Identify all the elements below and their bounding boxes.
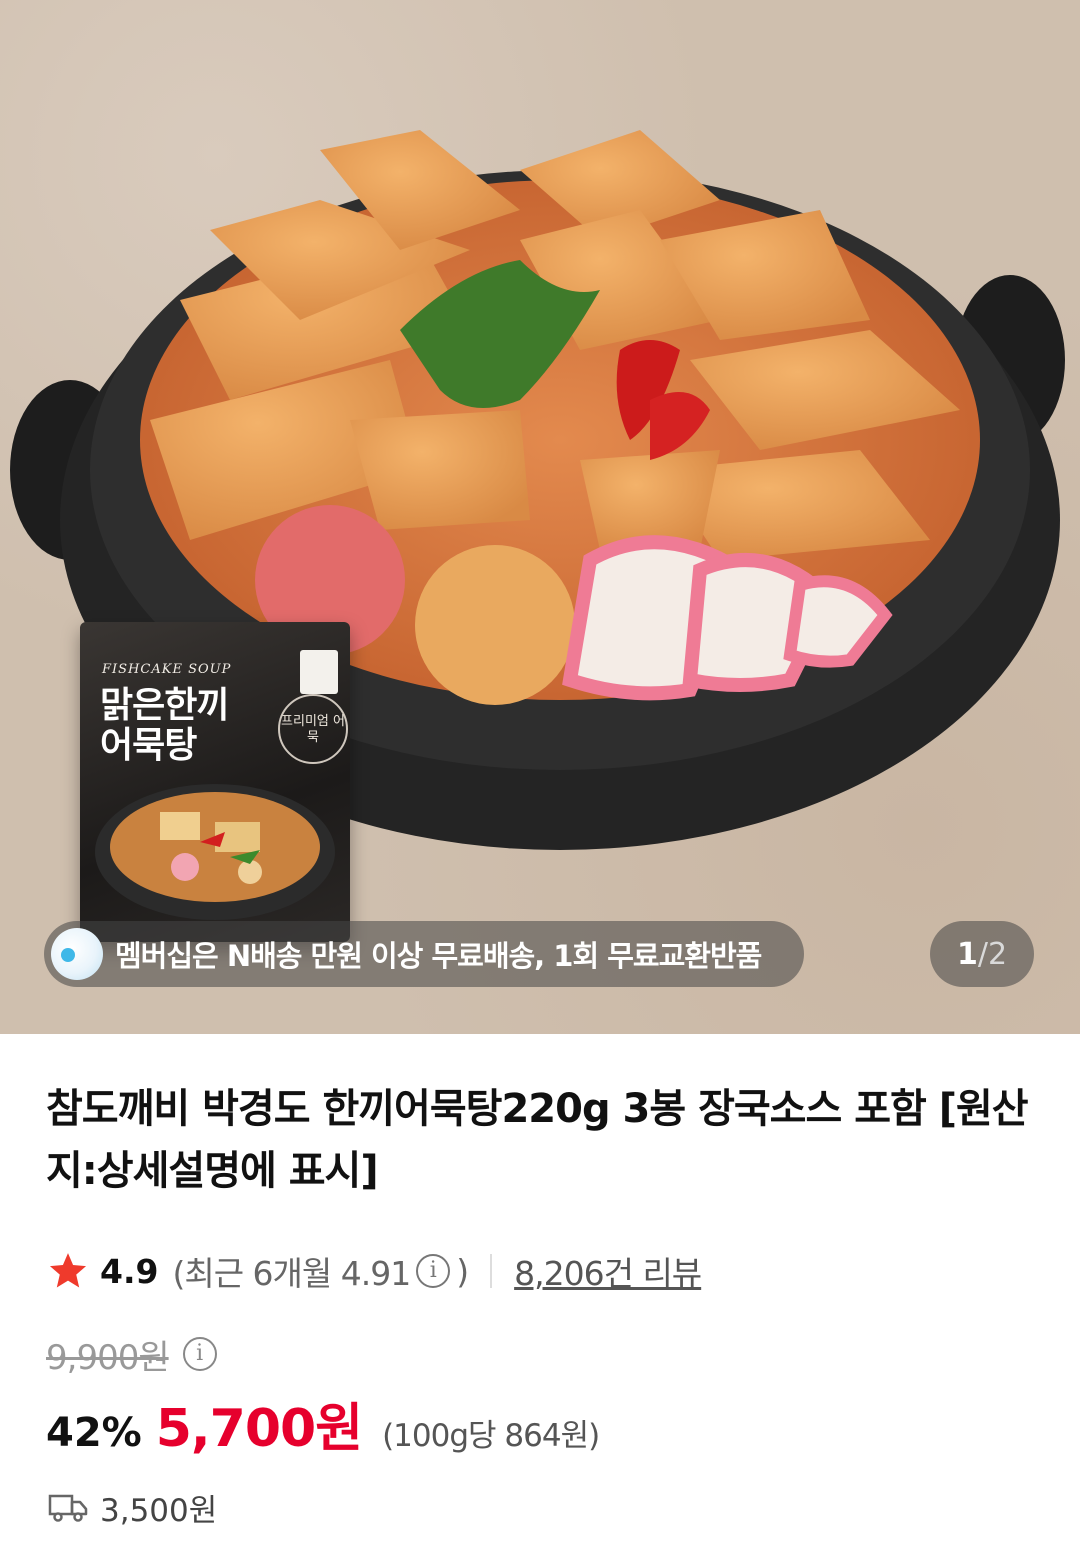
unit-price: (100g당 864원) <box>382 1418 600 1454</box>
review-count-link[interactable]: 8,206건 리뷰 <box>514 1247 702 1295</box>
package-title: 맑은한끼 어묵탕 <box>100 685 229 766</box>
package-english-label: FISHCAKE SOUP <box>102 662 232 677</box>
shipping-row: 3,500원 <box>48 1484 217 1530</box>
image-page-indicator: 1 / 2 <box>930 921 1034 987</box>
shipping-fee: 3,500원 <box>100 1492 218 1529</box>
product-package-image: FISHCAKE SOUP 맑은한끼 어묵탕 프리미엄 어묵 <box>80 622 350 942</box>
product-info: 참도깨비 박경도 한끼어묵탕220g 3봉 장국소스 포함 [원산지:상세설명에… <box>46 1078 1046 1202</box>
product-title: 참도깨비 박경도 한끼어묵탕220g 3봉 장국소스 포함 [원산지:상세설명에… <box>46 1086 1029 1194</box>
brand-logo-icon <box>300 650 338 694</box>
package-badge: 프리미엄 어묵 <box>278 694 348 764</box>
original-price-row: 9,900원 i <box>46 1330 223 1378</box>
sale-price-row: 42% 5,700원 (100g당 864원) <box>46 1386 600 1459</box>
rating-score: 4.9 <box>100 1251 159 1291</box>
star-icon <box>49 1253 87 1288</box>
recent-rating: (최근 6개월 4.91 <box>172 1254 411 1293</box>
truck-icon <box>48 1494 88 1522</box>
image-index-separator: / <box>977 936 988 972</box>
price-info-icon[interactable]: i <box>182 1337 217 1371</box>
recent-rating-info-icon[interactable]: i <box>416 1254 451 1288</box>
image-index-total: 2 <box>987 936 1008 972</box>
original-price: 9,900원 <box>46 1337 170 1378</box>
recent-rating-close: ) <box>456 1251 469 1291</box>
image-index-current: 1 <box>956 936 978 972</box>
sale-price: 5,700원 <box>155 1399 363 1459</box>
discount-rate: 42% <box>46 1410 142 1456</box>
membership-badge-icon <box>51 928 103 980</box>
membership-promo-banner[interactable]: 멤버십은 N배송 만원 이상 무료배송, 1회 무료교환반품 <box>44 921 804 987</box>
rating-row: 4.9 (최근 6개월 4.91 i ) 8,206건 리뷰 <box>46 1246 702 1296</box>
product-image-carousel[interactable]: FISHCAKE SOUP 맑은한끼 어묵탕 프리미엄 어묵 멤버십은 N배송 … <box>0 0 1080 1034</box>
package-food-illustration <box>95 784 335 920</box>
divider <box>490 1254 493 1288</box>
promo-text: 멤버십은 N배송 만원 이상 무료배송, 1회 무료교환반품 <box>115 939 762 973</box>
